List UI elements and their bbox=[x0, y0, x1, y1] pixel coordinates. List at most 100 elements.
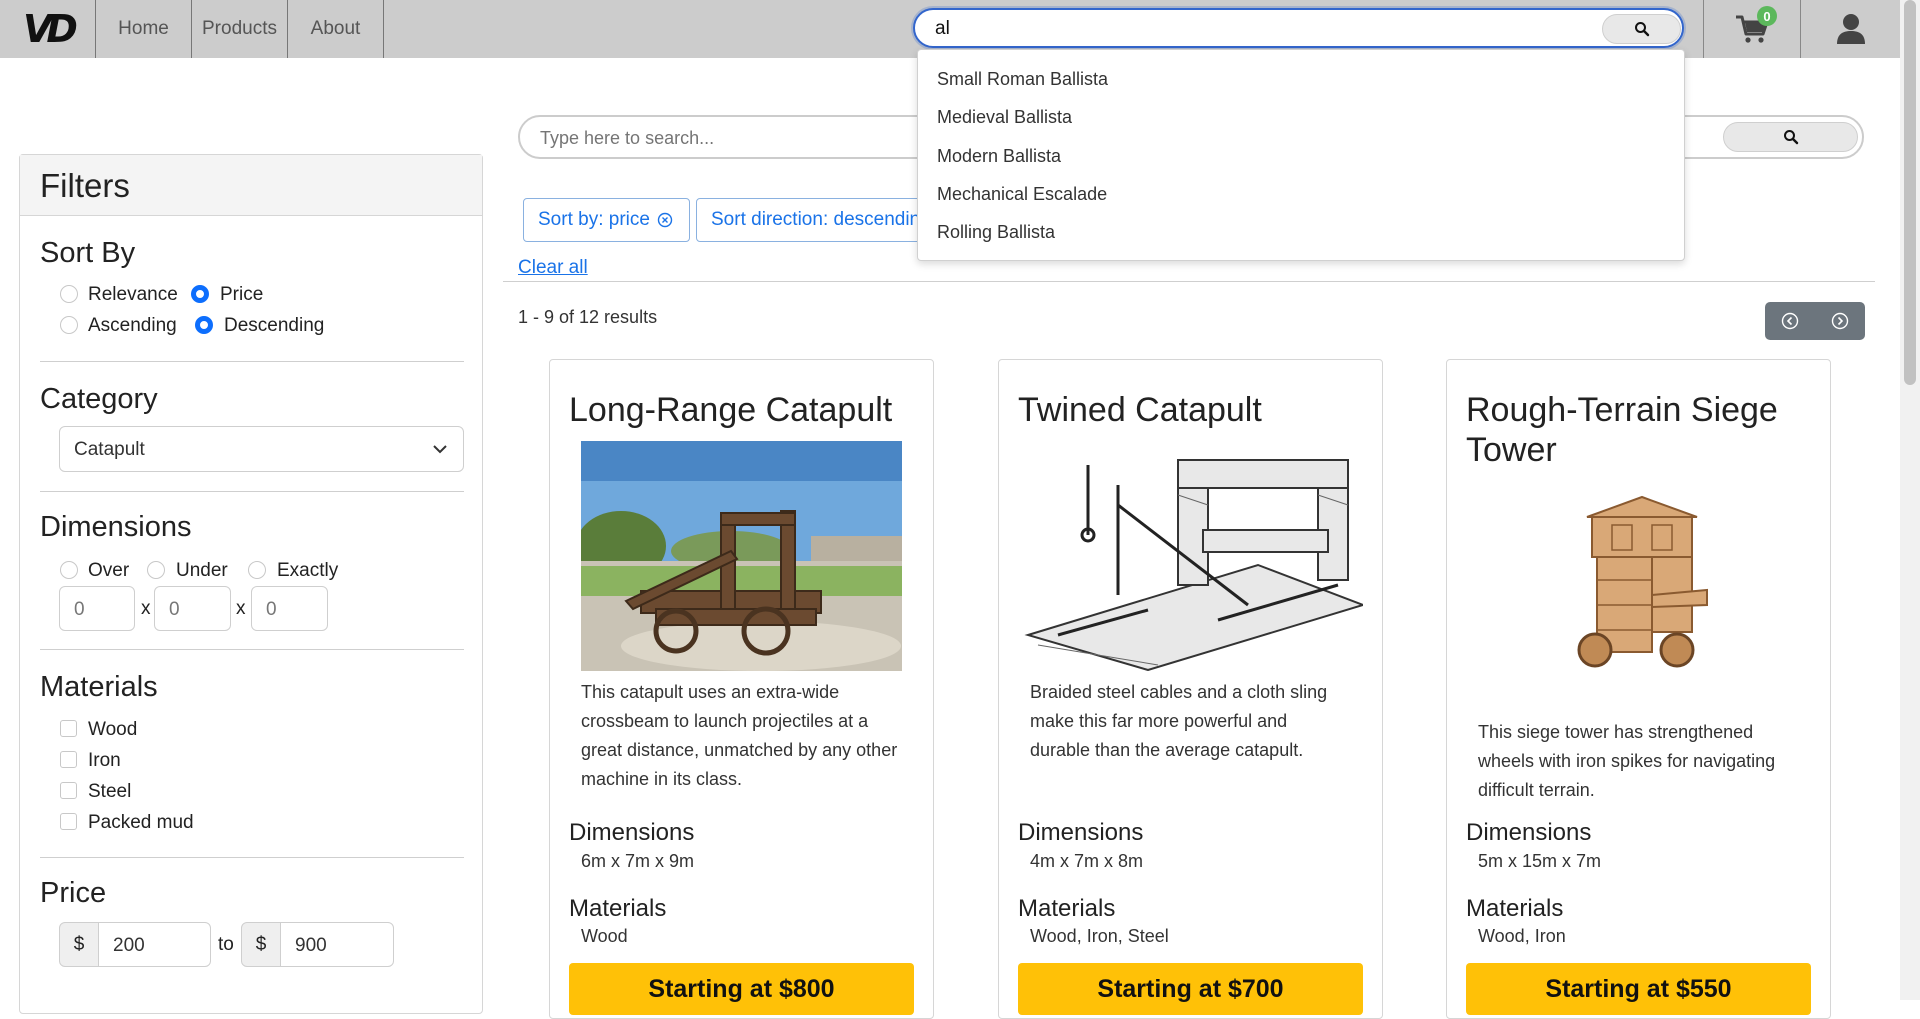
product-card[interactable]: Twined Catapult Braided steel cables and… bbox=[998, 359, 1383, 1019]
product-description: This siege tower has strengthened wheels… bbox=[1478, 722, 1776, 800]
price-max-input[interactable]: 900 bbox=[280, 922, 394, 967]
sort-by-chip[interactable]: Sort by: price bbox=[523, 198, 690, 242]
dimensions-under-label[interactable]: Under bbox=[176, 560, 228, 582]
product-image[interactable] bbox=[1018, 445, 1363, 671]
dimension-width-input[interactable]: 0 bbox=[59, 586, 135, 631]
user-icon bbox=[1836, 14, 1865, 44]
material-steel-label[interactable]: Steel bbox=[88, 781, 131, 803]
dimensions-over-radio[interactable] bbox=[60, 561, 78, 579]
top-search-button[interactable] bbox=[1602, 14, 1681, 44]
category-select-value: Catapult bbox=[74, 439, 145, 460]
product-description: Braided steel cables and a cloth sling m… bbox=[1030, 682, 1328, 760]
sort-ascending-label[interactable]: Ascending bbox=[88, 315, 177, 337]
dimensions-label: Dimensions bbox=[1466, 819, 1592, 846]
dimension-height-value: 0 bbox=[169, 599, 180, 620]
dimension-height-input[interactable]: 0 bbox=[154, 586, 231, 631]
material-iron-checkbox[interactable] bbox=[60, 751, 77, 768]
category-heading: Category bbox=[40, 383, 158, 415]
close-circle-icon[interactable] bbox=[657, 212, 673, 228]
divider bbox=[40, 491, 464, 492]
nav-home-link[interactable]: Home bbox=[96, 0, 192, 58]
material-steel-checkbox[interactable] bbox=[60, 782, 77, 799]
materials-label: Materials bbox=[1466, 895, 1564, 922]
product-description: This catapult uses an extra-wide crossbe… bbox=[581, 682, 898, 789]
material-wood-checkbox[interactable] bbox=[60, 720, 77, 737]
dimensions-exactly-radio[interactable] bbox=[248, 561, 266, 579]
price-min-input[interactable]: 200 bbox=[98, 922, 211, 967]
sort-descending-radio[interactable] bbox=[195, 316, 213, 334]
divider bbox=[503, 281, 1875, 282]
dimension-separator: x bbox=[236, 598, 246, 619]
search-icon bbox=[1634, 22, 1649, 37]
nav-about-link[interactable]: About bbox=[288, 0, 384, 58]
dimensions-label: Dimensions bbox=[1018, 819, 1144, 846]
suggestion-item[interactable]: Small Roman Ballista bbox=[937, 69, 1108, 90]
suggestion-item[interactable]: Mechanical Escalade bbox=[937, 184, 1107, 205]
pagination-controls bbox=[1765, 302, 1865, 340]
sort-relevance-radio[interactable] bbox=[60, 285, 78, 303]
sort-by-heading: Sort By bbox=[40, 237, 136, 269]
dimensions-under-radio[interactable] bbox=[147, 561, 165, 579]
dimension-depth-input[interactable]: 0 bbox=[251, 586, 328, 631]
divider bbox=[40, 857, 464, 858]
materials-label: Materials bbox=[1018, 895, 1116, 922]
price-button[interactable]: Starting at $550 bbox=[1466, 963, 1811, 1015]
product-materials: Wood, Iron, Steel bbox=[1030, 926, 1169, 946]
product-dimensions: 6m x 7m x 9m bbox=[581, 851, 695, 871]
search-icon bbox=[1783, 130, 1798, 145]
sort-price-radio[interactable] bbox=[191, 285, 209, 303]
product-materials: Wood, Iron bbox=[1478, 926, 1566, 946]
site-logo[interactable]: VD bbox=[0, 0, 96, 58]
dimensions-exactly-label[interactable]: Exactly bbox=[277, 560, 338, 582]
price-min-value: 200 bbox=[113, 935, 145, 956]
cart-count-badge: 0 bbox=[1757, 6, 1777, 26]
user-account-button[interactable] bbox=[1801, 0, 1900, 58]
next-page-button[interactable] bbox=[1815, 302, 1865, 340]
product-title[interactable]: Twined Catapult bbox=[1018, 390, 1368, 430]
sort-by-chip-label: Sort by: price bbox=[538, 209, 650, 230]
price-button[interactable]: Starting at $700 bbox=[1018, 963, 1363, 1015]
sort-ascending-radio[interactable] bbox=[60, 316, 78, 334]
product-materials: Wood bbox=[581, 926, 628, 946]
sort-relevance-label[interactable]: Relevance bbox=[88, 284, 178, 306]
top-search-input[interactable] bbox=[933, 16, 1497, 42]
chevron-down-icon bbox=[433, 445, 447, 454]
material-iron-label[interactable]: Iron bbox=[88, 750, 121, 772]
clear-all-link[interactable]: Clear all bbox=[518, 257, 588, 279]
results-count: 1 - 9 of 12 results bbox=[518, 307, 658, 327]
product-title[interactable]: Rough-Terrain Siege Tower bbox=[1466, 390, 1816, 470]
category-select[interactable]: Catapult bbox=[59, 426, 464, 472]
sort-price-label[interactable]: Price bbox=[220, 284, 263, 306]
suggestion-item[interactable]: Medieval Ballista bbox=[937, 107, 1072, 128]
filters-title: Filters bbox=[40, 167, 130, 204]
sort-direction-chip[interactable]: Sort direction: descending bbox=[696, 198, 936, 242]
dimension-separator: x bbox=[141, 598, 151, 619]
product-image[interactable] bbox=[581, 441, 902, 671]
product-dimensions: 5m x 15m x 7m bbox=[1478, 851, 1602, 871]
material-packed-mud-checkbox[interactable] bbox=[60, 813, 77, 830]
price-button[interactable]: Starting at $800 bbox=[569, 963, 914, 1015]
sort-descending-label[interactable]: Descending bbox=[224, 315, 324, 337]
scrollbar-thumb[interactable] bbox=[1904, 0, 1916, 385]
main-search-button[interactable] bbox=[1723, 122, 1858, 152]
dimension-width-value: 0 bbox=[74, 599, 85, 620]
product-image[interactable] bbox=[1567, 495, 1717, 670]
nav-products-link[interactable]: Products bbox=[192, 0, 288, 58]
product-title[interactable]: Long-Range Catapult bbox=[569, 390, 919, 430]
filters-header: Filters bbox=[20, 155, 482, 216]
suggestion-item[interactable]: Modern Ballista bbox=[937, 146, 1061, 167]
chevron-right-circle-icon bbox=[1831, 312, 1849, 330]
divider bbox=[40, 361, 464, 362]
material-wood-label[interactable]: Wood bbox=[88, 719, 137, 741]
dimension-depth-value: 0 bbox=[266, 599, 277, 620]
product-card[interactable]: Long-Range Catapult This catapult uses a… bbox=[549, 359, 934, 1019]
suggestion-item[interactable]: Rolling Ballista bbox=[937, 222, 1055, 243]
price-min-currency: $ bbox=[59, 922, 99, 967]
price-to-label: to bbox=[218, 934, 234, 955]
previous-page-button[interactable] bbox=[1765, 302, 1815, 340]
price-heading: Price bbox=[40, 877, 107, 909]
material-packed-mud-label[interactable]: Packed mud bbox=[88, 812, 194, 834]
dimensions-over-label[interactable]: Over bbox=[88, 560, 129, 582]
cart-button[interactable] bbox=[1703, 0, 1801, 58]
product-card[interactable]: Rough-Terrain Siege Tower This siege tow… bbox=[1446, 359, 1831, 1019]
